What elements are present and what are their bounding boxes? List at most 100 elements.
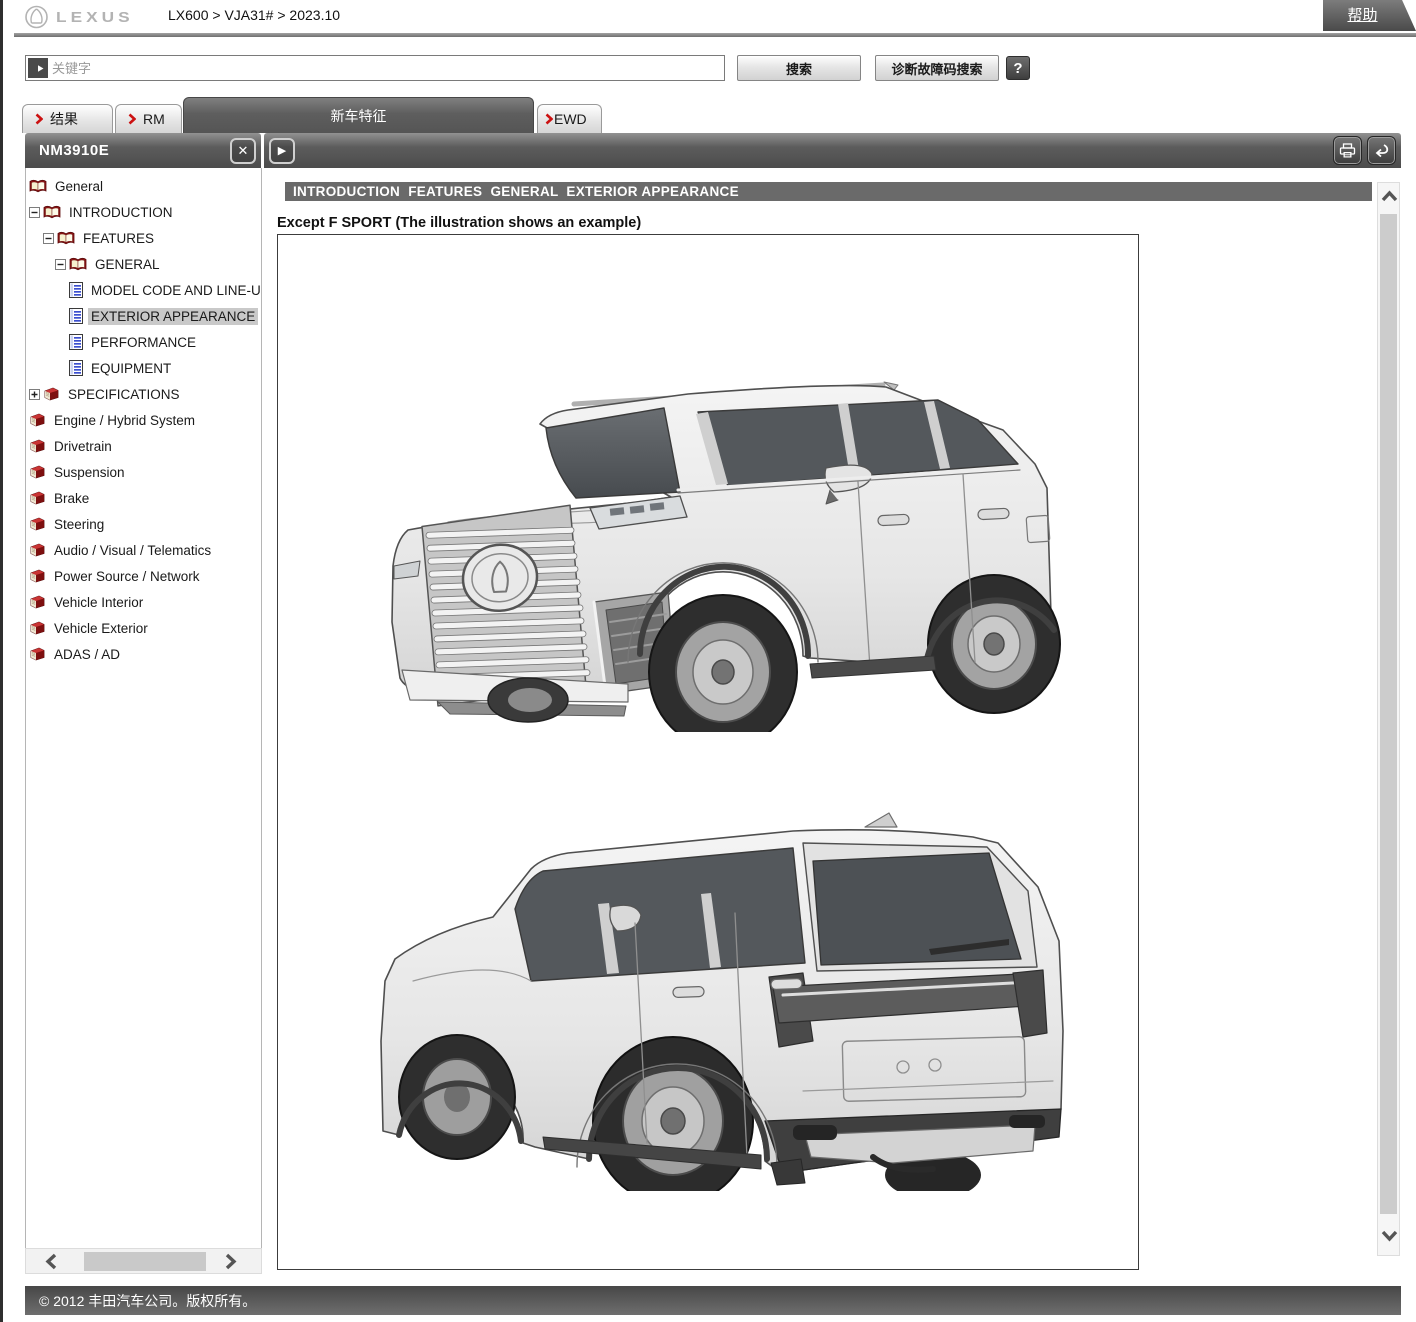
book-closed-icon xyxy=(29,439,46,453)
book-closed-icon xyxy=(29,491,46,505)
expand-panel-button[interactable]: ▶ xyxy=(269,138,295,164)
close-document-button[interactable]: ✕ xyxy=(230,138,256,164)
tree-item-equipment[interactable]: EQUIPMENT xyxy=(26,355,261,381)
tree-item-label: MODEL CODE AND LINE-UP xyxy=(88,282,261,299)
tree-item-label: Engine / Hybrid System xyxy=(51,412,198,429)
book-closed-icon xyxy=(29,517,46,531)
tree-item-drivetrain[interactable]: Drivetrain xyxy=(26,433,261,459)
tab-new-car-features[interactable]: 新车特征 xyxy=(183,97,534,133)
document-icon xyxy=(69,334,83,350)
tree-item-label: Power Source / Network xyxy=(51,568,203,585)
book-open-icon xyxy=(69,257,87,272)
document-code: NM3910E xyxy=(39,142,109,159)
book-closed-icon xyxy=(29,595,46,609)
document-toolbar: NM3910E ✕ xyxy=(25,133,261,168)
tree-item-adas-ad[interactable]: ADAS / AD xyxy=(26,641,261,667)
lexus-techinfo-window: LEXUS LX600 > VJA31# > 2023.10 帮助 搜索 诊断故… xyxy=(0,0,1416,1322)
lexus-logo: LEXUS xyxy=(25,5,143,29)
tree-item-label: FEATURES xyxy=(80,230,157,247)
content-toolbar: ▶ xyxy=(264,133,1401,168)
book-closed-icon xyxy=(29,647,46,661)
tab-rm[interactable]: RM xyxy=(115,104,182,133)
tree-item-label: Suspension xyxy=(51,464,128,481)
tree-item-exterior-appearance[interactable]: EXTERIOR APPEARANCE xyxy=(26,303,261,329)
red-chevron-icon xyxy=(545,113,553,125)
tree-item-engine-hybrid-system[interactable]: Engine / Hybrid System xyxy=(26,407,261,433)
book-closed-icon xyxy=(29,569,46,583)
tree-item-specifications[interactable]: SPECIFICATIONS xyxy=(26,381,261,407)
question-help-icon[interactable]: ? xyxy=(1006,56,1030,80)
rear-three-quarter-view-illustration xyxy=(373,791,1078,1191)
tree-item-vehicle-exterior[interactable]: Vehicle Exterior xyxy=(26,615,261,641)
tree-item-label: EQUIPMENT xyxy=(88,360,174,377)
sidebar: General INTRODUCTION FEATURES GENERAL MODEL … xyxy=(25,168,262,1248)
figure-caption: Except F SPORT (The illustration shows a… xyxy=(277,215,641,231)
expander-minus-icon[interactable] xyxy=(55,259,66,270)
book-open-icon xyxy=(29,179,47,194)
tree-item-suspension[interactable]: Suspension xyxy=(26,459,261,485)
red-chevron-icon xyxy=(128,113,136,125)
tree-item-general[interactable]: GENERAL xyxy=(26,251,261,277)
keyword-search-field xyxy=(25,55,725,81)
tree-item-audio-visual-telematics[interactable]: Audio / Visual / Telematics xyxy=(26,537,261,563)
section-path-bar: INTRODUCTION FEATURES GENERAL EXTERIOR A… xyxy=(285,182,1372,201)
search-go-icon[interactable] xyxy=(28,58,48,78)
scroll-left-icon[interactable] xyxy=(44,1253,58,1270)
tree-item-label: EXTERIOR APPEARANCE xyxy=(88,308,258,325)
tab-bar: 结果 RM 新车特征 EWD xyxy=(3,97,1416,133)
search-input[interactable] xyxy=(50,57,724,79)
search-button[interactable]: 搜索 xyxy=(737,55,861,81)
print-button[interactable] xyxy=(1333,136,1362,165)
scroll-down-icon[interactable] xyxy=(1381,1229,1398,1243)
tree-item-label: Vehicle Exterior xyxy=(51,620,151,637)
help-button-label: 帮助 xyxy=(1323,0,1416,31)
tree-item-general[interactable]: General xyxy=(26,173,261,199)
expander-minus-icon[interactable] xyxy=(29,207,40,218)
scroll-right-icon[interactable] xyxy=(224,1253,238,1270)
tree-item-label: General xyxy=(52,178,106,195)
tree-item-label: SPECIFICATIONS xyxy=(65,386,183,403)
book-closed-icon xyxy=(43,387,60,401)
tab-label: 结果 xyxy=(50,109,78,129)
tree-item-label: Brake xyxy=(51,490,92,507)
tree-item-introduction[interactable]: INTRODUCTION xyxy=(26,199,261,225)
tree-item-label: Steering xyxy=(51,516,107,533)
tree-item-features[interactable]: FEATURES xyxy=(26,225,261,251)
document-icon xyxy=(69,282,83,298)
horizontal-scroll-thumb[interactable] xyxy=(84,1252,206,1271)
tab-results[interactable]: 结果 xyxy=(22,104,113,133)
book-closed-icon xyxy=(29,465,46,479)
document-icon xyxy=(69,360,83,376)
tree-item-label: PERFORMANCE xyxy=(88,334,199,351)
tree-item-label: GENERAL xyxy=(92,256,163,273)
tree-item-steering[interactable]: Steering xyxy=(26,511,261,537)
breadcrumb: LX600 > VJA31# > 2023.10 xyxy=(168,7,340,23)
window-left-edge xyxy=(0,0,3,1322)
sidebar-horizontal-scrollbar[interactable] xyxy=(25,1248,262,1274)
tab-label: EWD xyxy=(554,111,587,127)
tab-label: 新车特征 xyxy=(331,106,387,126)
tree-item-label: Vehicle Interior xyxy=(51,594,146,611)
app-header: LEXUS LX600 > VJA31# > 2023.10 xyxy=(3,0,1416,33)
tab-ewd[interactable]: EWD xyxy=(537,104,602,133)
header-divider xyxy=(14,33,1416,37)
tree-item-power-source-network[interactable]: Power Source / Network xyxy=(26,563,261,589)
return-button[interactable] xyxy=(1367,136,1396,165)
expander-plus-icon[interactable] xyxy=(29,389,40,400)
book-closed-icon xyxy=(29,621,46,635)
book-open-icon xyxy=(43,205,61,220)
tree-item-model-code-and-line-up[interactable]: MODEL CODE AND LINE-UP xyxy=(26,277,261,303)
tree-item-performance[interactable]: PERFORMANCE xyxy=(26,329,261,355)
front-three-quarter-view-illustration xyxy=(378,370,1068,732)
expander-minus-icon[interactable] xyxy=(43,233,54,244)
content-vertical-scrollbar[interactable] xyxy=(1377,182,1400,1256)
tree-item-brake[interactable]: Brake xyxy=(26,485,261,511)
tree-item-label: INTRODUCTION xyxy=(66,204,176,221)
scroll-up-icon[interactable] xyxy=(1381,189,1398,203)
document-icon xyxy=(69,308,83,324)
book-open-icon xyxy=(57,231,75,246)
dtc-search-button[interactable]: 诊断故障码搜索 xyxy=(875,55,999,81)
help-button[interactable]: 帮助 xyxy=(1323,0,1416,31)
vertical-scroll-thumb[interactable] xyxy=(1380,214,1397,1214)
tree-item-vehicle-interior[interactable]: Vehicle Interior xyxy=(26,589,261,615)
